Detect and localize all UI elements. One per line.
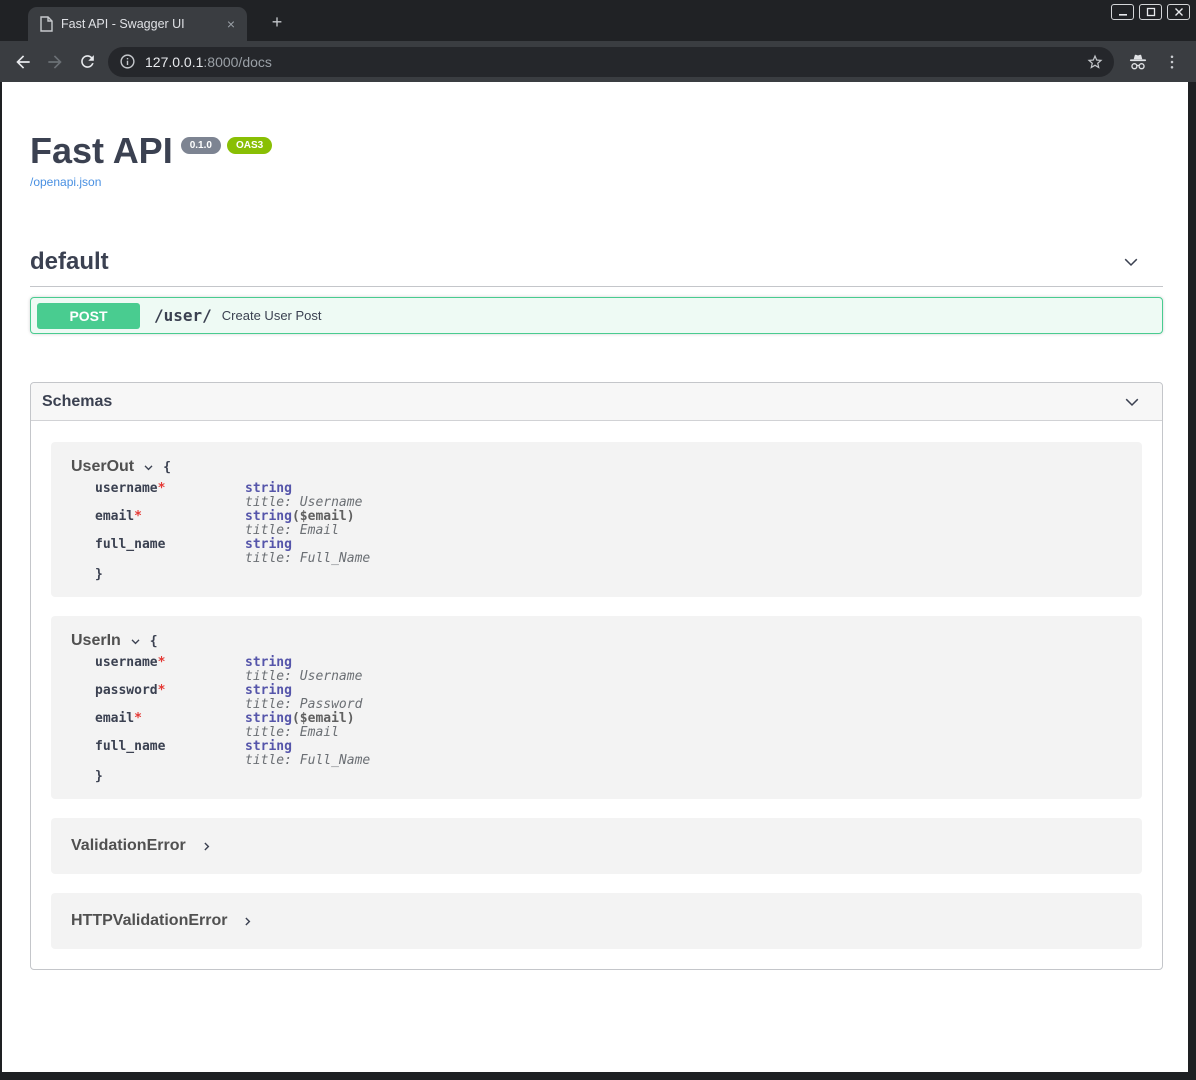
opblock-post-user[interactable]: POST /user/ Create User Post	[30, 297, 1163, 334]
browser-menu-button[interactable]	[1156, 47, 1188, 77]
oas3-badge: OAS3	[227, 137, 272, 154]
tab-close-icon[interactable]: ×	[223, 17, 239, 31]
badges: 0.1.0 OAS3	[181, 137, 272, 154]
schema-property: email* string($email) title: Email	[95, 712, 1122, 740]
property-name: full_name	[95, 739, 165, 754]
tab-title: Fast API - Swagger UI	[61, 17, 215, 31]
tag-section-default: default POST /user/ Create User Post	[30, 248, 1163, 334]
property-type: string	[245, 481, 292, 496]
property-type: string	[245, 683, 292, 698]
tab-fast-api[interactable]: Fast API - Swagger UI ×	[28, 7, 247, 41]
property-type: string	[245, 739, 292, 754]
open-brace: {	[163, 460, 171, 475]
property-name: username	[95, 655, 158, 670]
forward-button[interactable]	[40, 47, 70, 77]
property-name: username	[95, 481, 158, 496]
tag-header-default[interactable]: default	[30, 248, 1163, 287]
model-title: HTTPValidationError	[71, 912, 227, 930]
required-star: *	[158, 683, 166, 698]
operation-summary: Create User Post	[222, 308, 322, 323]
schema-property: email* string($email) title: Email	[95, 510, 1122, 538]
document-icon	[39, 16, 53, 32]
bookmark-star-icon[interactable]	[1086, 53, 1104, 71]
model-properties: username* string title: Username email* …	[95, 482, 1122, 582]
reload-button[interactable]	[72, 47, 102, 77]
browser-toolbar: 127.0.0.1:8000/docs	[0, 41, 1196, 82]
property-type: string	[245, 509, 292, 524]
tag-title: default	[30, 248, 109, 276]
property-format: ($email)	[292, 711, 355, 726]
openapi-spec-link[interactable]: /openapi.json	[30, 175, 101, 189]
chevron-down-icon	[1121, 252, 1141, 272]
close-brace: }	[95, 770, 1122, 784]
property-type: string	[245, 711, 292, 726]
property-type: string	[245, 655, 292, 670]
page-title: Fast API	[30, 132, 173, 170]
model-httpvalidationerror[interactable]: HTTPValidationError	[51, 893, 1142, 949]
chevron-down-icon	[1122, 392, 1142, 412]
model-properties: username* string title: Username passwor…	[95, 656, 1122, 784]
address-bar[interactable]: 127.0.0.1:8000/docs	[108, 47, 1114, 77]
required-star: *	[158, 655, 166, 670]
model-userin: UserIn { username* string tit	[51, 616, 1142, 799]
operation-path: /user/	[154, 306, 212, 325]
schema-property: password* string title: Password	[95, 684, 1122, 712]
property-title: title: Password	[245, 698, 362, 712]
required-star: *	[134, 509, 142, 524]
url-text: 127.0.0.1:8000/docs	[145, 54, 272, 70]
schemas-section: Schemas UserOut {	[30, 382, 1163, 970]
schema-property: username* string title: Username	[95, 656, 1122, 684]
open-brace: {	[150, 634, 158, 649]
model-title: UserOut	[71, 458, 134, 476]
property-title: title: Username	[245, 670, 362, 684]
property-format: ($email)	[292, 509, 355, 524]
required-star: *	[134, 711, 142, 726]
url-path: :8000/docs	[203, 54, 272, 70]
browser-window: Fast API - Swagger UI × +	[0, 0, 1196, 1080]
schemas-header[interactable]: Schemas	[31, 383, 1162, 421]
property-title: title: Username	[245, 496, 362, 510]
property-name: email	[95, 711, 134, 726]
model-validationerror[interactable]: ValidationError	[51, 818, 1142, 874]
model-title: ValidationError	[71, 837, 186, 855]
property-title: title: Full_Name	[245, 552, 370, 566]
schema-property: username* string title: Username	[95, 482, 1122, 510]
property-name: full_name	[95, 537, 165, 552]
property-title: title: Full_Name	[245, 754, 370, 768]
model-userin-toggle[interactable]: UserIn {	[71, 632, 1122, 650]
schema-property: full_name string title: Full_Name	[95, 538, 1122, 566]
property-name: email	[95, 509, 134, 524]
new-tab-button[interactable]: +	[265, 12, 289, 33]
chevron-down-icon	[142, 461, 155, 474]
site-info-icon[interactable]	[119, 53, 136, 70]
schema-property: full_name string title: Full_Name	[95, 740, 1122, 768]
maximize-button[interactable]	[1139, 4, 1162, 20]
schemas-title: Schemas	[42, 393, 112, 411]
version-badge: 0.1.0	[181, 137, 221, 154]
property-title: title: Email	[245, 524, 355, 538]
window-controls	[1111, 4, 1190, 20]
model-userout: UserOut { username* string ti	[51, 442, 1142, 597]
minimize-button[interactable]	[1111, 4, 1134, 20]
model-title: UserIn	[71, 632, 121, 650]
browser-chrome: Fast API - Swagger UI × +	[0, 0, 1196, 82]
url-host: 127.0.0.1	[145, 54, 203, 70]
method-badge: POST	[37, 303, 140, 329]
property-type: string	[245, 537, 292, 552]
chevron-right-icon	[200, 840, 213, 853]
api-info: Fast API 0.1.0 OAS3	[30, 132, 1163, 170]
model-userout-toggle[interactable]: UserOut {	[71, 458, 1122, 476]
tab-bar: Fast API - Swagger UI × +	[0, 0, 1196, 41]
incognito-icon	[1122, 47, 1154, 77]
schemas-body: UserOut { username* string ti	[31, 421, 1162, 969]
property-title: title: Email	[245, 726, 355, 740]
chevron-down-icon	[129, 635, 142, 648]
close-button[interactable]	[1167, 4, 1190, 20]
page-content: Fast API 0.1.0 OAS3 /openapi.json defaul…	[2, 82, 1188, 1072]
property-name: password	[95, 683, 158, 698]
chevron-right-icon	[241, 915, 254, 928]
close-brace: }	[95, 568, 1122, 582]
required-star: *	[158, 481, 166, 496]
back-button[interactable]	[8, 47, 38, 77]
